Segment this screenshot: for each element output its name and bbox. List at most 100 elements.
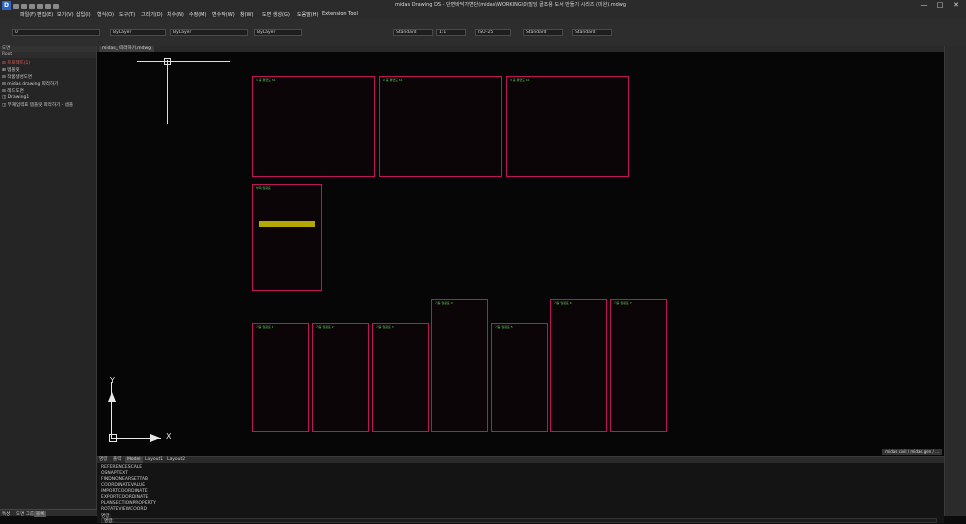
command-window: 명령 출력 Model Layout1 Layout2 midas civil …	[97, 449, 944, 524]
tab-output[interactable]: 출력	[111, 457, 123, 463]
tree-item-drawing1[interactable]: ◫ Drawing1	[2, 95, 29, 100]
quick-access-toolbar	[13, 2, 73, 9]
app-logo[interactable]: D	[2, 0, 11, 10]
color-select[interactable]: ByLayer	[110, 29, 166, 36]
menu-format[interactable]: 형식(O)	[97, 11, 114, 18]
pickbox	[164, 58, 171, 65]
drawing-sheet[interactable]: 기둥 일람표 6	[550, 299, 607, 432]
tab-properties[interactable]: 특성	[0, 511, 12, 517]
ucs-x-arrow-icon	[150, 434, 160, 442]
cmd-history-line: OSNAPTEXT	[101, 471, 128, 476]
tree-item-template[interactable]: ⊞ 템플릿	[2, 67, 20, 73]
drawing-sheet[interactable]: 기둥 일람표 1	[252, 323, 309, 432]
close-button[interactable]: ✕	[950, 0, 962, 10]
menu-view[interactable]: 보기(V)	[57, 11, 74, 18]
undo-icon[interactable]	[45, 4, 51, 9]
drawing-sheet[interactable]: 기둥 일람표 2	[312, 323, 369, 432]
cmd-history-line: REFERENCESCALE	[101, 465, 143, 470]
sheet-title: 1 층 평면도 S1	[256, 78, 276, 82]
lineweight-select[interactable]: ByLayer	[254, 29, 302, 36]
ucs-y-arrow-icon	[108, 392, 116, 402]
menu-insert[interactable]: 삽입(I)	[76, 11, 91, 18]
drawing-sheet[interactable]: 기둥 일람표 5	[491, 323, 548, 432]
command-tabs: 명령 출력 Model Layout1 Layout2	[97, 457, 944, 463]
menu-file[interactable]: 파일(F)	[20, 11, 36, 18]
save-icon[interactable]	[29, 4, 35, 9]
tab-layout2[interactable]: Layout2	[165, 457, 187, 463]
drawing-sheet[interactable]: 기둥 일람표 3	[372, 323, 429, 432]
menu-modify[interactable]: 수정(M)	[189, 11, 206, 18]
dim-style-select[interactable]: ISO-25	[475, 29, 511, 36]
sheet-title: 기둥 일람표 5	[495, 325, 513, 329]
cmd-history-line: PLANSECTIONPROPERTY	[101, 501, 156, 506]
ucs-y-label: Y	[110, 376, 115, 385]
sheet-title: 기둥 일람표 6	[554, 301, 572, 305]
scale-select[interactable]: 1:1	[436, 29, 466, 36]
cmd-history-line: COORDINATEVALUE	[101, 483, 146, 488]
maximize-button[interactable]: □	[934, 0, 946, 10]
right-tool-palette	[944, 46, 966, 516]
tab-layout1[interactable]: Layout1	[143, 457, 165, 463]
menu-extension-tool[interactable]: Extension Tool	[322, 11, 358, 17]
tree-item-generated[interactable]: ⊟ 작품생성도면	[2, 74, 32, 80]
tree-item-midas-drawing[interactable]: ⊟ midas drawing 따라하기	[2, 81, 58, 87]
drawing-canvas[interactable]: 1 층 평면도 S1 2 층 평면도 S1 3 층 평면도 S1 부재 일람표 …	[97, 52, 944, 456]
sheet-title: 기둥 일람표 7	[614, 301, 632, 305]
sheet-title: 기둥 일람표 1	[256, 325, 274, 329]
drawing-sheet[interactable]: 기둥 일람표 7	[610, 299, 667, 432]
toolbar-row-1	[0, 19, 966, 28]
toolbar-row-2: 0 ByLayer ByLayer ByLayer Standard 1:1 I…	[0, 28, 966, 37]
tree-item-red-drawing[interactable]: ⊟ 레드도면	[2, 88, 24, 94]
tree-item-sample[interactable]: ◫ 부재입력표 템플릿 따라하기 - 샘플	[2, 102, 73, 108]
drawing-sheet[interactable]: 1 층 평면도 S1	[252, 76, 375, 177]
sheet-title: 기둥 일람표 3	[376, 325, 394, 329]
sheet-title: 3 층 평면도 S1	[510, 78, 530, 82]
tab-drawing-group[interactable]: 도면 그룹	[14, 511, 36, 517]
ucs-y-axis	[111, 382, 112, 438]
status-readout: midas civil / midas gen / ...	[882, 449, 942, 455]
crosshair-vertical	[167, 60, 168, 124]
ucs-x-label: X	[166, 432, 172, 441]
sheet-title: 기둥 일람표 2	[316, 325, 334, 329]
menu-edit[interactable]: 편집(E)	[37, 11, 53, 18]
drawing-sheet[interactable]: 기둥 일람표 4	[431, 299, 488, 432]
menu-drawing-gen[interactable]: 도면 생성(G)	[262, 11, 290, 18]
menu-help[interactable]: 도움말(H)	[297, 11, 318, 18]
menu-bar: 파일(F) 편집(E) 보기(V) 삽입(I) 형식(O) 도구(T) 그리기(…	[0, 10, 966, 19]
layer-select[interactable]: 0	[12, 29, 100, 36]
multileader-style-select[interactable]: Standard	[572, 29, 612, 36]
text-style-select[interactable]: Standard	[393, 29, 433, 36]
table-header-band	[259, 221, 315, 227]
tab-block[interactable]: 블록	[34, 511, 47, 517]
title-bar: D midas Drawing DS - 단면바닥가변단(midas\WORKI…	[0, 0, 966, 10]
drawing-sheet[interactable]: 2 층 평면도 S1	[379, 76, 502, 177]
new-icon[interactable]	[13, 4, 19, 9]
sheet-title: 부재 일람표	[256, 186, 271, 190]
tree-item-project[interactable]: ⊟ 프로젝트(1)	[2, 60, 30, 66]
drawing-sheet[interactable]: 3 층 평면도 S1	[506, 76, 629, 177]
cmd-history-line: ROTATEVIEWCOORD	[101, 507, 147, 512]
redo-icon[interactable]	[53, 4, 59, 9]
menu-draw[interactable]: 그리기(D)	[141, 11, 163, 18]
tab-model[interactable]: Model	[125, 457, 143, 463]
sidebar-bottom-tabs: 특성 도면 그룹 블록	[0, 509, 97, 517]
print-icon[interactable]	[37, 4, 43, 9]
linetype-select[interactable]: ByLayer	[170, 29, 248, 36]
sheet-title: 기둥 일람표 4	[435, 301, 453, 305]
menu-dimension[interactable]: 치수(N)	[167, 11, 184, 18]
drawing-sheet[interactable]: 부재 일람표	[252, 184, 322, 291]
cmd-history-line: FINDNONEARSETTAB	[101, 477, 149, 482]
tree-root[interactable]: Root	[0, 52, 96, 58]
command-input[interactable]: 명령:	[101, 518, 937, 524]
minimize-button[interactable]: —	[918, 0, 930, 10]
crosshair-horizontal	[137, 61, 230, 62]
toolbar-row-3	[0, 37, 966, 46]
open-icon[interactable]	[21, 4, 27, 9]
tab-command[interactable]: 명령	[97, 457, 109, 463]
menu-variable[interactable]: 변수작(W)	[212, 11, 235, 18]
menu-tools[interactable]: 도구(T)	[119, 11, 135, 18]
window-title: midas Drawing DS - 단면바닥가변단(midas\WORKING…	[395, 2, 627, 8]
ucs-origin-box	[109, 434, 117, 442]
menu-window[interactable]: 창(W)	[240, 11, 253, 18]
table-style-select[interactable]: Standard	[523, 29, 563, 36]
